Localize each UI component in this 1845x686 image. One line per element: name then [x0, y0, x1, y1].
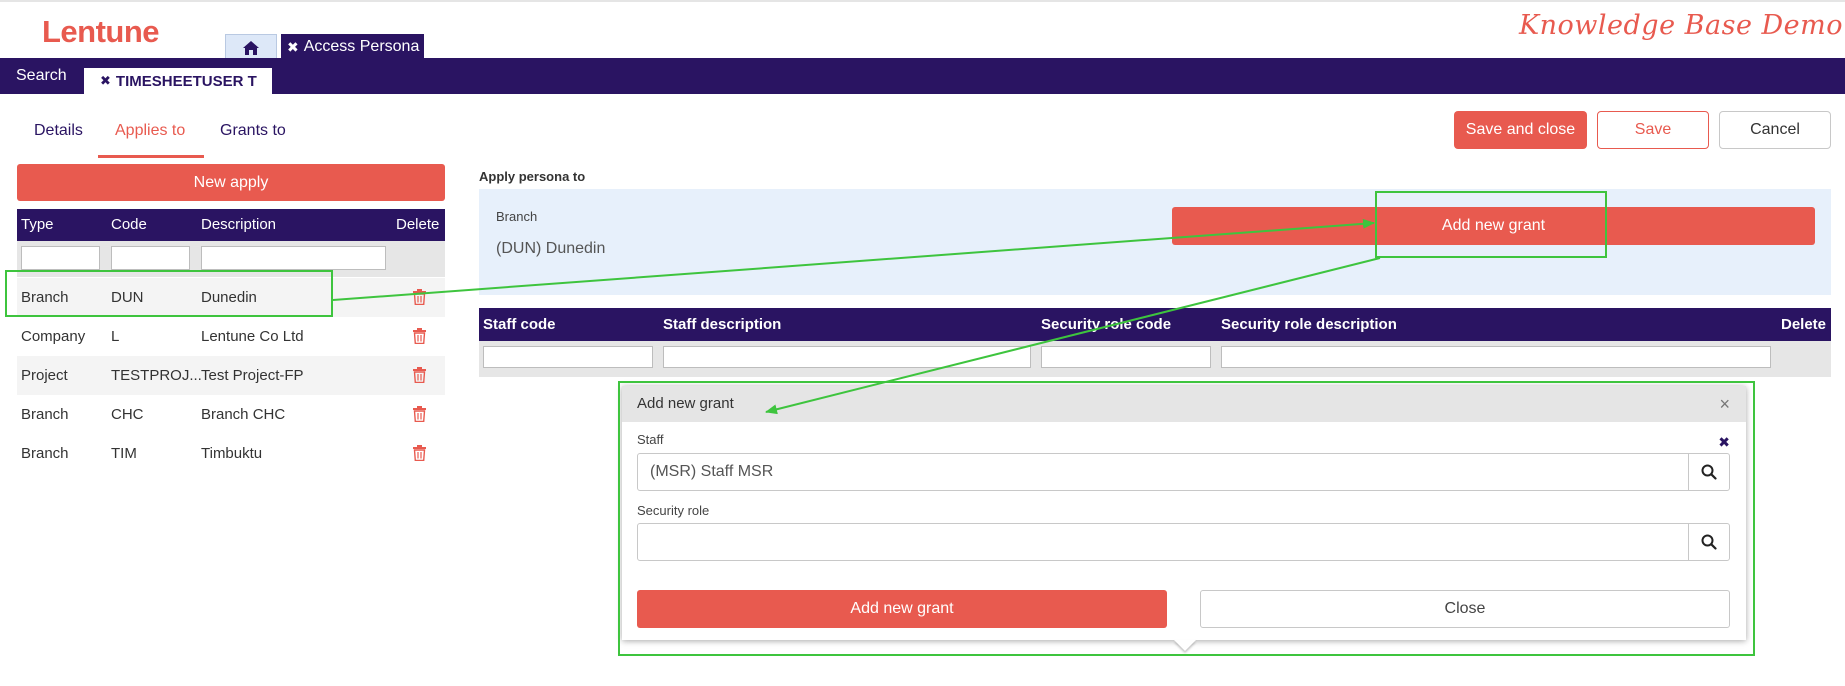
column-description: Description [201, 216, 277, 233]
column-code: Code [111, 216, 147, 233]
highlight-add-grant-dialog [618, 381, 1755, 656]
active-tab-underline [98, 155, 204, 158]
close-icon[interactable]: ✖ [100, 73, 111, 89]
row-code: CHC [111, 406, 144, 423]
highlight-add-grant-button [1375, 191, 1607, 258]
tab-grants-to[interactable]: Grants to [220, 122, 286, 140]
table-row[interactable]: Project TESTPROJ... Test Project-FP [17, 356, 445, 395]
filter-type-input[interactable] [21, 246, 100, 270]
row-code: L [111, 328, 120, 345]
access-persona-tab-label: Access Persona [303, 38, 420, 55]
row-type: Project [21, 367, 68, 384]
lentune-logo: Lentune [42, 14, 160, 49]
save-button[interactable]: Save [1597, 111, 1709, 149]
filter-security-role-description-input[interactable] [1221, 346, 1771, 368]
save-and-close-button[interactable]: Save and close [1454, 111, 1587, 149]
row-description: Branch CHC [201, 406, 286, 423]
home-icon [243, 40, 259, 55]
trash-icon[interactable] [412, 328, 427, 344]
apply-persona-heading: Apply persona to [479, 169, 586, 184]
trash-icon[interactable] [412, 289, 427, 305]
branch-value: (DUN) Dunedin [496, 240, 606, 257]
filter-staff-description-input[interactable] [663, 346, 1031, 368]
column-staff-description: Staff description [663, 316, 782, 333]
trash-icon[interactable] [412, 367, 427, 383]
table-row[interactable]: Branch CHC Branch CHC [17, 395, 445, 434]
row-type: Company [21, 328, 86, 345]
filter-security-role-code-input[interactable] [1041, 346, 1211, 368]
filter-code-input[interactable] [111, 246, 190, 270]
row-type: Branch [21, 445, 69, 462]
timesheetuser-tab[interactable]: ✖ TIMESHEETUSER T [84, 68, 272, 94]
column-delete: Delete [1781, 316, 1827, 333]
close-icon[interactable]: ✖ [287, 39, 299, 56]
new-apply-button[interactable]: New apply [17, 164, 445, 201]
timesheetuser-tab-label: TIMESHEETUSER T [115, 72, 257, 90]
column-security-role-description: Security role description [1221, 316, 1397, 333]
column-staff-code: Staff code [483, 316, 556, 333]
filter-staff-code-input[interactable] [483, 346, 653, 368]
table-row[interactable]: Branch TIM Timbuktu [17, 434, 445, 473]
home-tab[interactable] [225, 34, 277, 60]
column-delete: Delete [396, 216, 440, 233]
trash-icon[interactable] [412, 406, 427, 422]
trash-icon[interactable] [412, 445, 427, 461]
nav-bar: Search ✖ TIMESHEETUSER T [0, 58, 1845, 94]
branch-label: Branch [496, 209, 538, 224]
row-type: Branch [21, 406, 69, 423]
filter-description-input[interactable] [201, 246, 386, 270]
tab-details[interactable]: Details [34, 122, 83, 140]
nav-search-link[interactable]: Search [16, 58, 67, 94]
top-bar: Lentune Knowledge Base Demo ✖ Access Per… [0, 0, 1845, 60]
access-persona-tab[interactable]: ✖ Access Persona [281, 34, 424, 60]
row-description: Timbuktu [201, 445, 263, 462]
grants-table-header: Staff code Staff description Security ro… [479, 308, 1831, 341]
cancel-button[interactable]: Cancel [1719, 111, 1831, 149]
row-code: TESTPROJ... [111, 367, 202, 384]
grants-filter-row [479, 341, 1831, 377]
row-code: TIM [111, 445, 137, 462]
column-type: Type [21, 216, 54, 233]
knowledge-base-banner: Knowledge Base Demo [1518, 10, 1843, 41]
row-description: Test Project-FP [201, 367, 304, 384]
table-row[interactable]: Company L Lentune Co Ltd [17, 317, 445, 356]
applies-table-header: Type Code Description Delete [17, 209, 445, 241]
highlight-dunedin-row [5, 270, 333, 317]
row-description: Lentune Co Ltd [201, 328, 304, 345]
tab-applies-to[interactable]: Applies to [115, 122, 185, 140]
column-security-role-code: Security role code [1041, 316, 1172, 333]
